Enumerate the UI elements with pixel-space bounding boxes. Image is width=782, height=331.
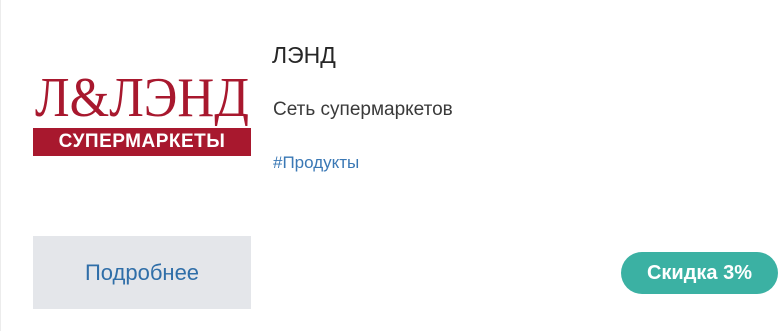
logo-wordmark: Л&ЛЭНД [35,67,249,126]
category-tag-link[interactable]: #Продукты [273,152,359,174]
discount-badge: Скидка 3% [621,252,778,294]
details-button[interactable]: Подробнее [33,236,251,309]
company-logo[interactable]: Л&ЛЭНД СУПЕРМАРКЕТЫ [33,64,251,164]
logo-wordmark-text: Л&ЛЭНД [35,67,249,126]
company-name[interactable]: ЛЭНД [272,40,336,70]
company-description: Сеть супермаркетов [273,99,453,120]
logo-subtitle: СУПЕРМАРКЕТЫ [33,128,251,156]
company-card: Л&ЛЭНД СУПЕРМАРКЕТЫ ЛЭНД Сеть супермарке… [0,0,782,331]
